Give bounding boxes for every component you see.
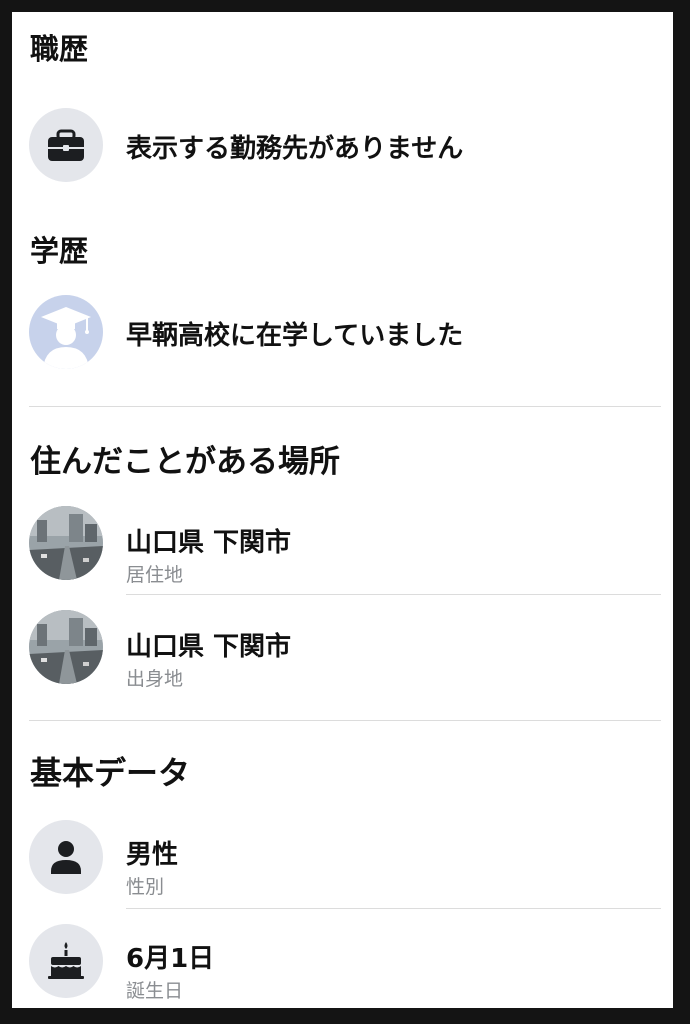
section-divider [29, 406, 661, 407]
education-text: 早鞆高校に在学していました [126, 321, 464, 351]
graduation-cap-icon [29, 295, 103, 369]
gender-label: 性別 [126, 876, 165, 898]
place-type: 居住地 [126, 564, 184, 586]
work-empty-text: 表示する勤務先がありません [126, 134, 464, 164]
birthday-value: 6月1日 [126, 944, 215, 974]
birthday-label: 誕生日 [126, 980, 184, 1002]
place-row-current[interactable]: 山口県 下関市 居住地 [12, 506, 673, 586]
place-row-hometown[interactable]: 山口県 下関市 出身地 [12, 610, 673, 690]
basic-info-section-title: 基本データ [30, 754, 191, 792]
education-section-title: 学歴 [30, 234, 89, 268]
education-row[interactable]: 早鞆高校に在学していました [12, 295, 673, 369]
birthday-cake-icon [29, 924, 103, 998]
profile-about-panel: 職歴 表示する勤務先がありません 学歴 早鞆高校に在学していました 住んだことが… [12, 12, 673, 1008]
work-section-title: 職歴 [30, 32, 89, 66]
place-type: 出身地 [126, 668, 184, 690]
birthday-row: 6月1日 誕生日 [12, 924, 673, 1004]
row-divider [126, 594, 661, 595]
city-photo-thumbnail [29, 610, 103, 684]
city-photo-thumbnail [29, 506, 103, 580]
gender-row: 男性 性別 [12, 820, 673, 900]
gender-value: 男性 [126, 840, 179, 870]
work-empty-row: 表示する勤務先がありません [12, 108, 673, 182]
briefcase-icon [29, 108, 103, 182]
place-name: 山口県 下関市 [126, 528, 292, 558]
place-name: 山口県 下関市 [126, 632, 292, 662]
row-divider [126, 908, 661, 909]
person-icon [29, 820, 103, 894]
places-section-title: 住んだことがある場所 [30, 444, 340, 480]
section-divider [29, 720, 661, 721]
